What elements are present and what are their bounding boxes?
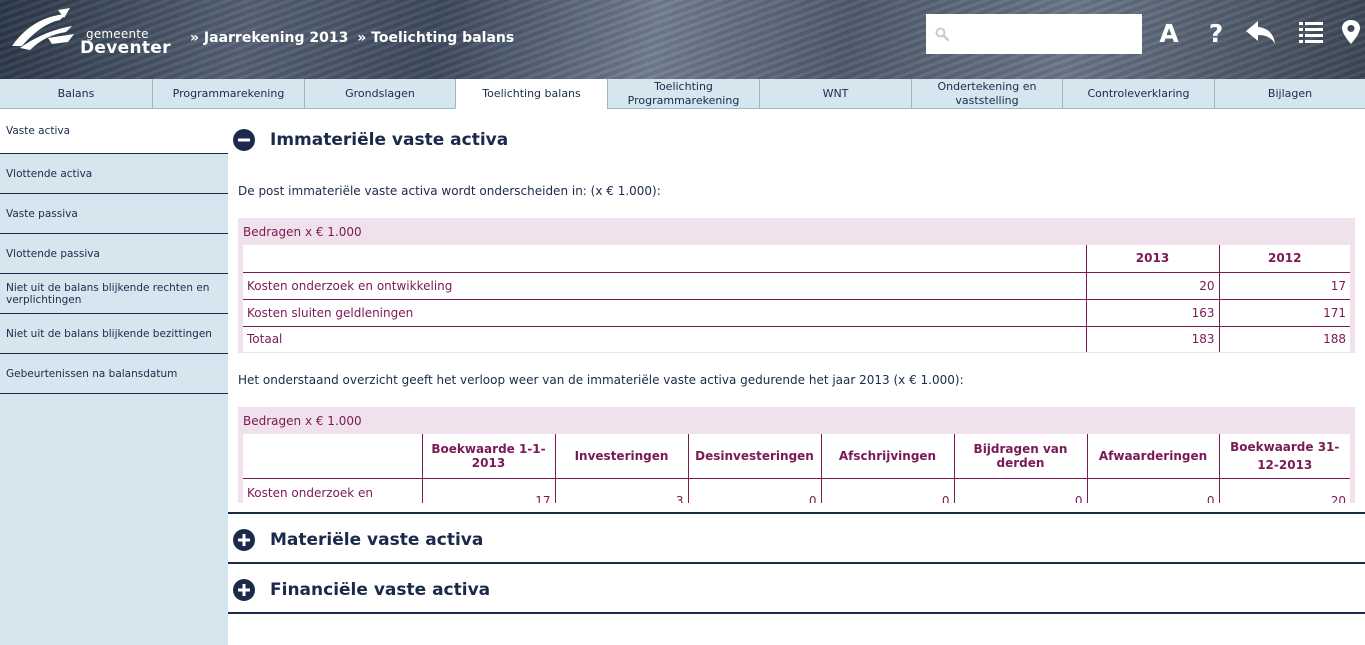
expand-plus-icon[interactable] (233, 529, 255, 551)
sidebar-item-vlottende-activa[interactable]: Vlottende activa (0, 154, 228, 194)
tab-toelichting-balans[interactable]: Toelichting balans (455, 79, 607, 109)
main-tabs: Balans Programmarekening Grondslagen Toe… (0, 79, 1365, 109)
breadcrumb-item-jaarrekening[interactable]: » Jaarrekening 2013 (190, 30, 348, 46)
table-cell: 20 (1218, 478, 1350, 503)
tab-controleverklaring[interactable]: Controleverklaring (1062, 79, 1214, 109)
table-cell: Kosten onderzoek en ontwikkeling (243, 272, 1086, 300)
list-icon[interactable] (1295, 17, 1329, 47)
back-arrow-icon[interactable] (1244, 17, 1278, 47)
svg-text:?: ? (1209, 19, 1224, 47)
table-header-cell: Afschrijvingen (820, 434, 954, 479)
table-cell: Kosten sluiten geldleningen (243, 299, 1086, 327)
collapse-minus-icon[interactable] (233, 129, 255, 151)
section-title: Materiële vaste activa (270, 530, 484, 550)
table-cell: 0 (687, 478, 821, 503)
deventer-emblem-icon (12, 8, 74, 50)
table-cell: Kosten onderzoek en ontwikkeling (243, 478, 422, 503)
table-row: Totaal 183 188 (243, 326, 1350, 352)
table-cell: 0 (1086, 478, 1219, 503)
expand-plus-icon[interactable] (233, 579, 255, 601)
help-icon[interactable]: ? (1200, 17, 1234, 48)
tab-wnt[interactable]: WNT (759, 79, 911, 109)
sidebar-item-gebeurtenissen[interactable]: Gebeurtenissen na balansdatum (0, 354, 228, 394)
table-header-cell (243, 434, 422, 479)
breadcrumb: » Jaarrekening 2013 » Toelichting balans (190, 30, 518, 46)
section-financiele-vaste-activa[interactable]: Financiële vaste activa (228, 564, 1365, 614)
table-header-cell: Bijdragen van derden (953, 434, 1087, 479)
tab-ondertekening-en-vaststelling[interactable]: Ondertekening en vaststelling (911, 79, 1062, 109)
intro-text: De post immateriële vaste activa wordt o… (238, 184, 661, 198)
page-header: gemeente Deventer » Jaarrekening 2013 » … (0, 0, 1365, 79)
table-header-row: Boekwaarde 1-1-2013 Investeringen Desinv… (243, 434, 1350, 479)
table-caption: Bedragen x € 1.000 (243, 225, 362, 239)
table-row: Kosten onderzoek en ontwikkeling 20 17 (243, 272, 1350, 300)
table-cell: 171 (1218, 299, 1350, 327)
sidebar: Vaste activa Vlottende activa Vaste pass… (0, 109, 228, 645)
table-cell: 0 (820, 478, 954, 503)
table-cell: 17 (1218, 272, 1350, 300)
main-content: Immateriële vaste activa De post immater… (228, 109, 1365, 645)
table-caption: Bedragen x € 1.000 (243, 414, 362, 428)
tab-balans[interactable]: Balans (0, 79, 152, 109)
table-header-cell: 2013 (1085, 245, 1219, 273)
table-cell: 163 (1085, 299, 1219, 327)
sidebar-item-niet-uit-balans-rechten[interactable]: Niet uit de balans blijkende rechten en … (0, 274, 228, 314)
section-materiele-vaste-activa[interactable]: Materiële vaste activa (228, 514, 1365, 564)
table-cell: 20 (1085, 272, 1219, 300)
table-verloop: Bedragen x € 1.000 Boekwaarde 1-1-2013 I… (238, 407, 1355, 503)
location-pin-icon[interactable] (1338, 17, 1364, 47)
table-cell: 188 (1218, 326, 1350, 352)
breadcrumb-item-toelichting-balans[interactable]: » Toelichting balans (357, 30, 514, 46)
section-title: Financiële vaste activa (270, 580, 491, 600)
sidebar-item-vaste-passiva[interactable]: Vaste passiva (0, 194, 228, 234)
tab-programmarekening[interactable]: Programmarekening (152, 79, 304, 109)
table-immateriele-activa: Bedragen x € 1.000 2013 2012 Kosten onde… (238, 218, 1355, 353)
font-size-icon[interactable]: A (1152, 17, 1186, 48)
search-icon (935, 27, 949, 41)
sidebar-item-vaste-activa[interactable]: Vaste activa (0, 109, 228, 154)
table-cell: 17 (421, 478, 555, 503)
search-box (926, 14, 1142, 54)
tab-grondslagen[interactable]: Grondslagen (304, 79, 455, 109)
deventer-logo[interactable]: gemeente Deventer (8, 8, 178, 60)
table-header-cell (243, 245, 1086, 273)
overview-text: Het onderstaand overzicht geeft het verl… (238, 373, 964, 387)
table-cell: 183 (1085, 326, 1219, 352)
sidebar-item-vlottende-passiva[interactable]: Vlottende passiva (0, 234, 228, 274)
svg-text:A: A (1159, 19, 1179, 47)
table-header-cell: Investeringen (554, 434, 688, 479)
data-table: Boekwaarde 1-1-2013 Investeringen Desinv… (243, 434, 1350, 503)
tab-toelichting-programmarekening[interactable]: Toelichting Programmarekening (607, 79, 759, 109)
table-header-cell: Boekwaarde 1-1-2013 (421, 434, 555, 479)
search-input[interactable] (954, 14, 1140, 54)
table-header-cell: 2012 (1218, 245, 1350, 273)
logo-text-deventer: Deventer (80, 38, 171, 58)
sidebar-item-niet-uit-balans-bezittingen[interactable]: Niet uit de balans blijkende bezittingen (0, 314, 228, 354)
table-cell: 3 (554, 478, 688, 503)
section-title: Immateriële vaste activa (270, 130, 509, 150)
table-header-cell: Boekwaarde 31-12-2013 (1218, 434, 1350, 479)
table-cell: 0 (953, 478, 1087, 503)
table-header-cell: Desinvesteringen (687, 434, 821, 479)
section-immateriele-vaste-activa[interactable]: Immateriële vaste activa (228, 109, 1365, 159)
tab-bijlagen[interactable]: Bijlagen (1214, 79, 1365, 109)
table-row: Kosten onderzoek en ontwikkeling 17 3 0 … (243, 478, 1350, 503)
data-table: 2013 2012 Kosten onderzoek en ontwikkeli… (243, 245, 1350, 352)
table-header-row: 2013 2012 (243, 245, 1350, 273)
table-header-cell: Afwaarderingen (1086, 434, 1219, 479)
table-row: Kosten sluiten geldleningen 163 171 (243, 299, 1350, 327)
table-cell: Totaal (247, 332, 283, 347)
